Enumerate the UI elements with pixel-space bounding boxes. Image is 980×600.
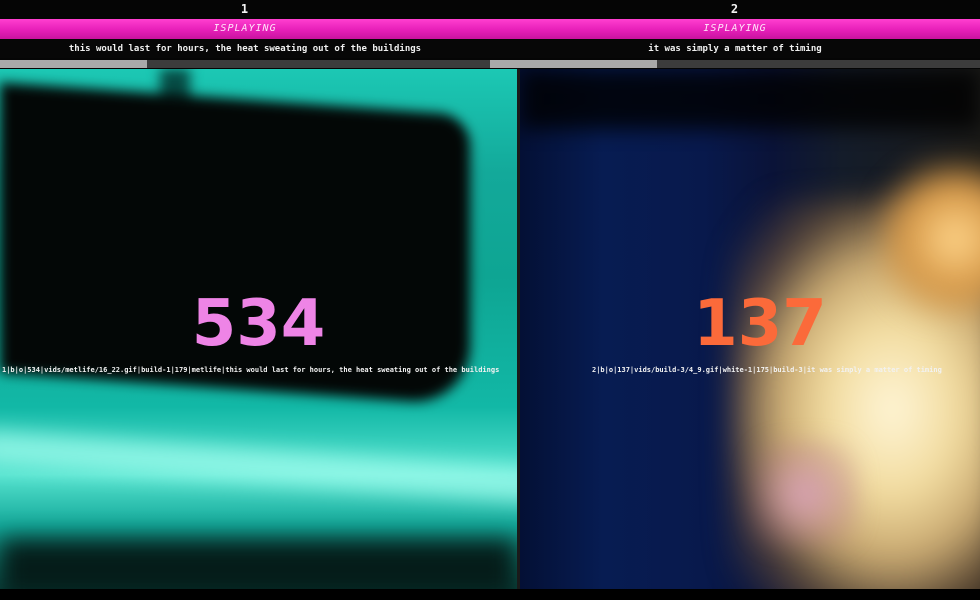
progress-fill-2 [490, 60, 657, 68]
video-panes: 534 1|b|o|534|vids/metlife/16_22.gif|bui… [0, 69, 980, 589]
column-headers: 1 2 [0, 0, 980, 18]
progress-row [0, 60, 980, 68]
caption-1: this would last for hours, the heat swea… [68, 44, 422, 54]
video-pane-1[interactable]: 534 1|b|o|534|vids/metlife/16_22.gif|bui… [0, 69, 517, 589]
frame-counter-1: 534 [191, 287, 326, 361]
progress-track-1[interactable] [0, 60, 490, 68]
clip-metadata-1: 1|b|o|534|vids/metlife/16_22.gif|build-1… [2, 366, 500, 374]
status-bar: ISPLAYING ISPLAYING [0, 19, 980, 39]
frame-counter-2: 137 [693, 287, 827, 361]
status-label-2: ISPLAYING [703, 23, 767, 34]
clip-metadata-2: 2|b|o|137|vids/build-3/4_9.gif|white-1|1… [592, 366, 942, 374]
video-pane-2[interactable]: 137 2|b|o|137|vids/build-3/4_9.gif|white… [520, 69, 980, 589]
progress-fill-1 [0, 60, 147, 68]
column-number-1: 1 [240, 2, 250, 16]
video-frame-highlight [0, 429, 517, 503]
video-frame-detail [750, 439, 860, 549]
status-label-1: ISPLAYING [213, 23, 277, 34]
player-screen: 1 2 ISPLAYING ISPLAYING this would last … [0, 0, 980, 600]
video-frame-shadow [520, 69, 980, 129]
bottom-edge [0, 589, 980, 600]
video-frame-shadow [0, 539, 517, 589]
progress-track-2[interactable] [490, 60, 980, 68]
caption-2: it was simply a matter of timing [648, 44, 822, 54]
caption-bar: this would last for hours, the heat swea… [0, 40, 980, 58]
column-number-2: 2 [730, 2, 740, 16]
